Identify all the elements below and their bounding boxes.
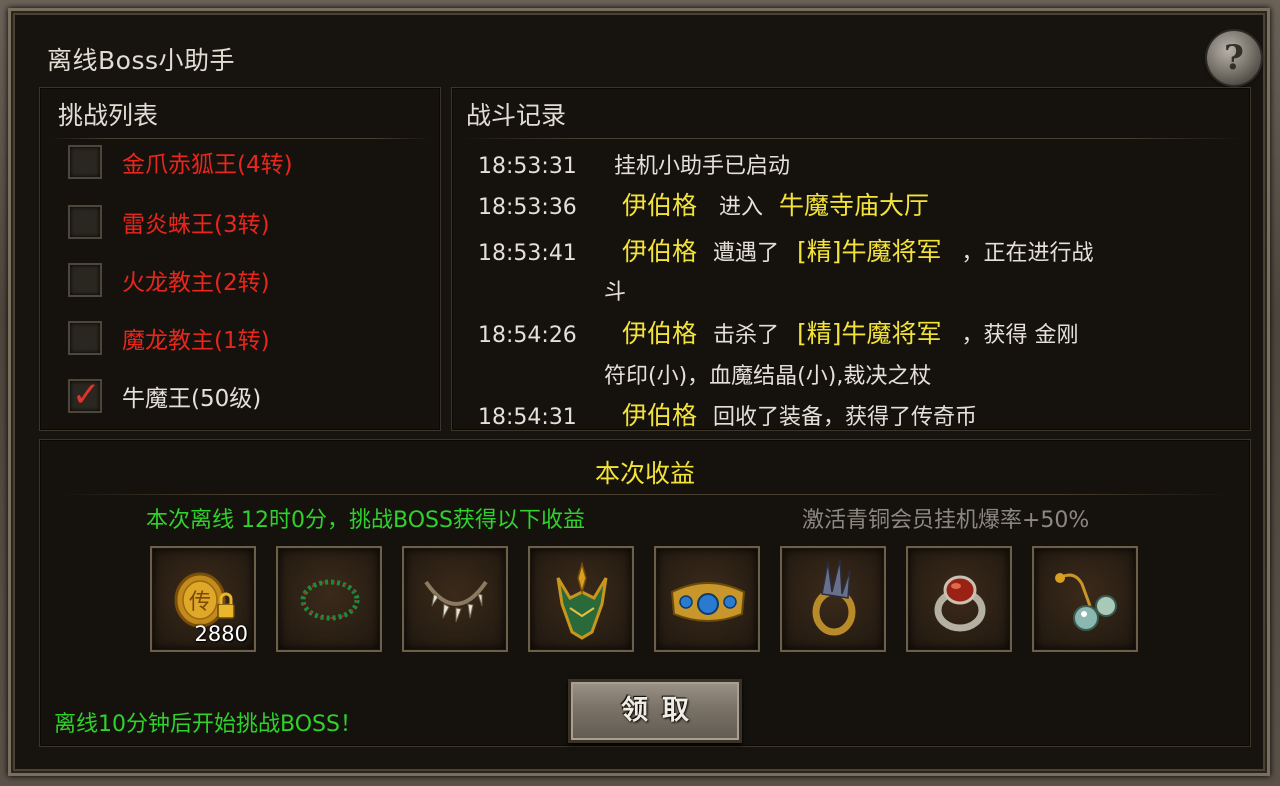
log-actor: 伊伯格 — [622, 191, 698, 220]
item-count: 2880 — [194, 622, 248, 646]
fang-necklace-icon — [424, 580, 488, 623]
reward-slot[interactable] — [402, 546, 508, 652]
log-time: 18:54:31 — [478, 405, 577, 430]
boss-item[interactable]: 火龙教主(2转) — [68, 260, 270, 300]
divider — [60, 494, 1230, 495]
boss-label: 雷炎蛛王(3转) — [122, 212, 270, 238]
challenge-list-panel: 挑战列表 金爪赤狐王(4转) 雷炎蛛王(3转) 火龙教主(2转) 魔龙教主(1转… — [39, 87, 441, 431]
claim-button[interactable]: 领取 — [568, 679, 742, 743]
challenge-list-title: 挑战列表 — [58, 101, 159, 130]
window-title: 离线Boss小助手 — [47, 46, 235, 75]
checkmark-icon: ✓ — [72, 375, 101, 415]
log-action: 进入 — [719, 195, 764, 220]
reward-slot[interactable] — [906, 546, 1012, 652]
log-action: 击杀了 — [713, 323, 780, 348]
boss-label: 金爪赤狐王(4转) — [122, 152, 293, 178]
help-button[interactable]: ? — [1207, 31, 1261, 85]
gem-earring-icon — [1055, 573, 1117, 631]
question-icon: ? — [1224, 38, 1244, 78]
log-time: 18:53:31 — [478, 154, 577, 179]
log-actor: 伊伯格 — [622, 401, 698, 430]
reward-slot[interactable] — [780, 546, 886, 652]
reward-slot[interactable] — [528, 546, 634, 652]
log-time: 18:53:41 — [478, 241, 577, 266]
footer-note: 离线10分钟后开始挑战BOSS！ — [54, 712, 362, 737]
checkbox[interactable] — [68, 321, 102, 355]
income-summary: 本次离线 12时0分，挑战BOSS获得以下收益 — [146, 508, 585, 533]
log-continuation: 符印(小)，血魔结晶(小),裁决之杖 — [604, 364, 932, 389]
boss-item[interactable]: 雷炎蛛王(3转) — [68, 202, 270, 242]
log-actor: 伊伯格 — [622, 237, 698, 266]
reward-slot[interactable] — [276, 546, 382, 652]
jade-bead-necklace-icon — [300, 579, 360, 621]
boss-item[interactable]: 魔龙教主(1转) — [68, 318, 270, 358]
boss-item[interactable]: 金爪赤狐王(4转) — [68, 142, 293, 182]
log-time: 18:53:36 — [478, 195, 577, 220]
vip-bonus-hint[interactable]: 激活青铜会员挂机爆率+50% — [802, 502, 1089, 534]
log-entry: 18:53:41 伊伯格 遭遇了 [精]牛魔将军 ，正在进行战 — [478, 232, 1094, 268]
battle-log-panel: 战斗记录 18:53:31 挂机小助手已启动 18:53:36 伊伯格 进入 牛魔寺庙大… — [451, 87, 1251, 431]
checkbox[interactable] — [68, 263, 102, 297]
boss-item[interactable]: ✓ 牛魔王(50级) — [68, 375, 262, 416]
log-text: 挂机小助手已启动 — [614, 154, 791, 179]
log-actor: 伊伯格 — [622, 319, 698, 348]
divider — [50, 138, 430, 139]
checkbox[interactable] — [68, 145, 102, 179]
log-action: 回收了装备，获得了传奇币 — [713, 405, 978, 430]
log-entry: 18:53:31 挂机小助手已启动 — [478, 148, 790, 180]
log-suffix: ，获得 金刚 — [961, 323, 1079, 348]
boss-label: 魔龙教主(1转) — [122, 328, 270, 354]
battle-log-title: 战斗记录 — [466, 101, 567, 130]
log-target: [精]牛魔将军 — [797, 319, 942, 348]
checkbox-checked[interactable]: ✓ — [68, 375, 102, 415]
log-target: [精]牛魔将军 — [797, 237, 942, 266]
divider — [462, 138, 1242, 139]
log-entry: 18:54:31 伊伯格 回收了装备，获得了传奇币 — [478, 396, 978, 430]
log-entry: 18:54:26 伊伯格 击杀了 [精]牛魔将军 ，获得 金刚 — [478, 314, 1079, 350]
boss-label: 牛魔王(50级) — [122, 386, 262, 412]
gem-bracelet-icon — [670, 582, 746, 622]
reward-slot[interactable]: 传 2880 — [150, 546, 256, 652]
log-continuation: 斗 — [604, 280, 627, 305]
log-target: 牛魔寺庙大厅 — [779, 191, 930, 220]
reward-slot[interactable] — [1032, 546, 1138, 652]
log-suffix: ，正在进行战 — [961, 241, 1094, 266]
offline-boss-assistant-window: 离线Boss小助手 ? 挑战列表 金爪赤狐王(4转) 雷炎蛛王(3转) 火龙教主… — [8, 8, 1270, 776]
log-entry: 18:53:36 伊伯格 进入 牛魔寺庙大厅 — [478, 186, 929, 222]
log-time: 18:54:26 — [478, 323, 577, 348]
checkbox[interactable] — [68, 205, 102, 239]
income-title: 本次收益 — [594, 459, 695, 488]
ruby-ring-icon — [934, 575, 986, 632]
boss-label: 火龙教主(2转) — [122, 270, 270, 296]
log-action: 遭遇了 — [713, 241, 780, 266]
spiked-ring-icon — [812, 559, 856, 636]
reward-slot[interactable] — [654, 546, 760, 652]
horned-helmet-icon — [556, 561, 608, 640]
